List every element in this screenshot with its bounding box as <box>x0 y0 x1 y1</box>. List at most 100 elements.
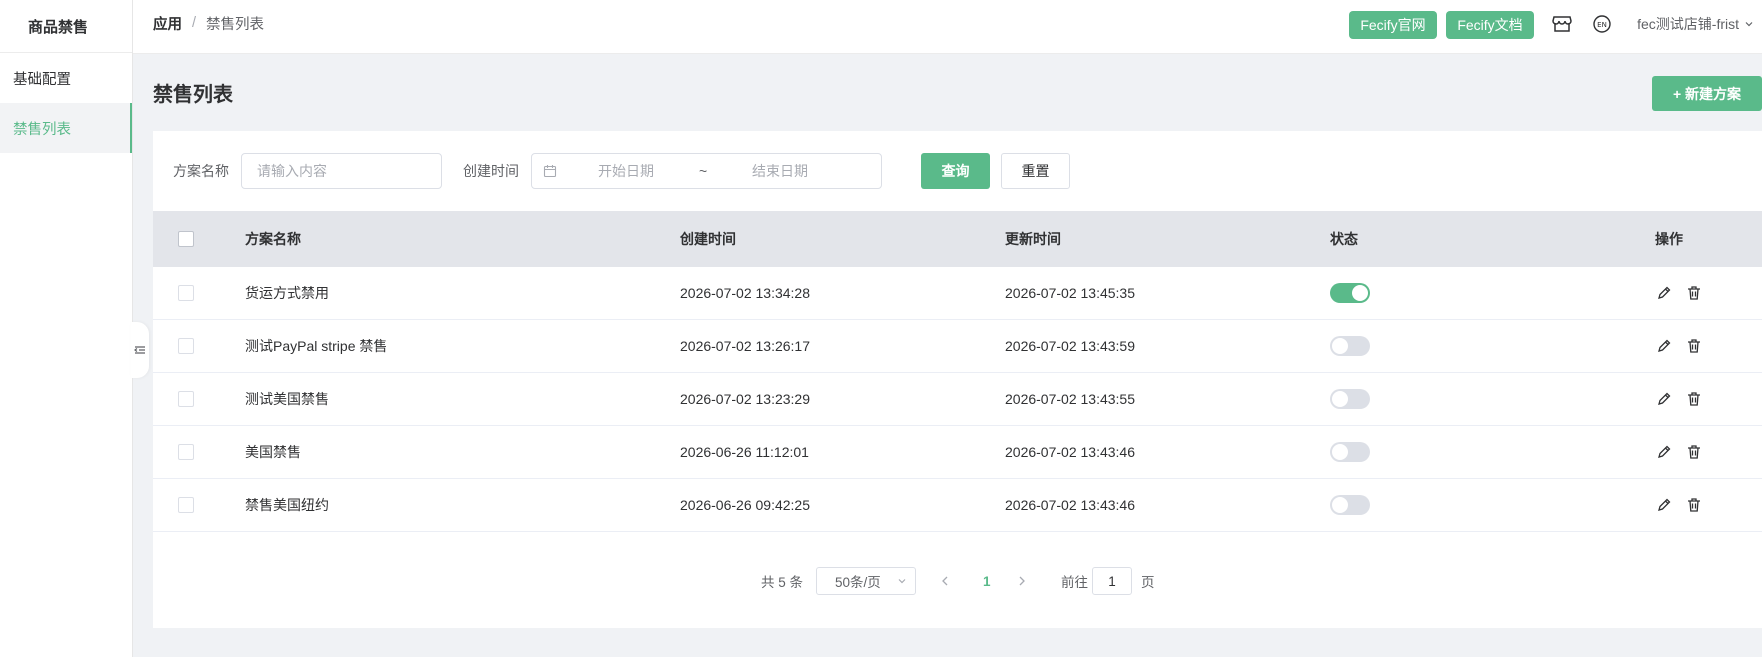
sidebar-collapse-icon[interactable] <box>131 322 149 378</box>
row-checkbox[interactable] <box>178 497 194 513</box>
status-toggle[interactable] <box>1330 336 1370 356</box>
end-date-input[interactable]: 结束日期 <box>752 161 808 181</box>
sidebar-item-basic-config[interactable]: 基础配置 <box>0 53 132 103</box>
row-updated-time: 2026-07-02 13:43:46 <box>1005 444 1135 460</box>
fecify-site-button[interactable]: Fecify官网 <box>1349 11 1437 39</box>
row-created-time: 2026-07-02 13:26:17 <box>680 338 810 354</box>
row-updated-time: 2026-07-02 13:45:35 <box>1005 285 1135 301</box>
plan-name-label: 方案名称 <box>173 163 229 179</box>
row-select-cell <box>178 267 194 319</box>
calendar-icon <box>543 165 557 178</box>
edit-pencil-icon[interactable] <box>1655 337 1673 355</box>
delete-trash-icon[interactable] <box>1685 284 1703 302</box>
created-time-label: 创建时间 <box>463 163 519 179</box>
row-select-cell <box>178 426 194 478</box>
start-date-input[interactable]: 开始日期 <box>598 161 654 181</box>
content-panel: 方案名称 创建时间 开始日期 ~ 结束日期 查询 重置 方案名称 创建时间 更新… <box>153 131 1762 628</box>
status-toggle[interactable] <box>1330 283 1370 303</box>
row-checkbox[interactable] <box>178 285 194 301</box>
page-unit-label: 页 <box>1141 575 1155 590</box>
row-checkbox[interactable] <box>178 338 194 354</box>
user-name: fec测试店铺-frist <box>1637 16 1739 32</box>
row-ops-cell <box>1655 267 1703 319</box>
col-header-status: 状态 <box>1330 231 1358 247</box>
pagination: 共 5 条 50条/页 1 前往 1 页 <box>153 567 1762 597</box>
pagination-total: 共 5 条 <box>761 575 804 590</box>
col-header-updated: 更新时间 <box>1005 231 1061 247</box>
table-row: 货运方式禁用 2026-07-02 13:34:28 2026-07-02 13:4… <box>153 267 1762 320</box>
chevron-down-icon <box>1745 22 1753 27</box>
delete-trash-icon[interactable] <box>1685 390 1703 408</box>
row-created-time: 2026-06-26 09:42:25 <box>680 497 810 513</box>
ban-list-table: 方案名称 创建时间 更新时间 状态 操作 货运方式禁用 2026-07-02 13… <box>153 211 1762 532</box>
row-checkbox[interactable] <box>178 391 194 407</box>
plan-name-input[interactable] <box>242 154 441 188</box>
status-toggle[interactable] <box>1330 389 1370 409</box>
row-created-time: 2026-07-02 13:23:29 <box>680 391 810 407</box>
col-header-ops: 操作 <box>1655 231 1683 247</box>
edit-pencil-icon[interactable] <box>1655 284 1673 302</box>
select-all-checkbox[interactable] <box>178 231 194 247</box>
table-row: 禁售美国纽约 2026-06-26 09:42:25 2026-07-02 13:4… <box>153 479 1762 532</box>
date-range-separator: ~ <box>699 163 708 179</box>
row-select-cell <box>178 479 194 531</box>
page-size-select[interactable]: 50条/页 <box>816 567 916 595</box>
language-icon-text: EN <box>1597 21 1607 29</box>
edit-pencil-icon[interactable] <box>1655 496 1673 514</box>
row-checkbox[interactable] <box>178 444 194 460</box>
row-plan-name: 测试PayPal stripe 禁售 <box>245 338 388 354</box>
row-status-cell <box>1330 267 1370 319</box>
store-icon[interactable] <box>1551 13 1573 35</box>
reset-button[interactable]: 重置 <box>1001 153 1070 189</box>
goto-page-input[interactable]: 1 <box>1092 567 1132 595</box>
top-header: 应用 / 禁售列表 Fecify官网 Fecify文档 EN fec测试店铺-f… <box>133 0 1762 54</box>
row-status-cell <box>1330 373 1370 425</box>
table-row: 测试美国禁售 2026-07-02 13:23:29 2026-07-02 13:4… <box>153 373 1762 426</box>
delete-trash-icon[interactable] <box>1685 337 1703 355</box>
row-updated-time: 2026-07-02 13:43:46 <box>1005 497 1135 513</box>
row-plan-name: 货运方式禁用 <box>245 285 329 301</box>
row-status-cell <box>1330 426 1370 478</box>
goto-label: 前往 <box>1061 575 1088 590</box>
table-header: 方案名称 创建时间 更新时间 状态 操作 <box>153 211 1762 267</box>
next-page-icon[interactable] <box>1017 567 1027 595</box>
user-menu[interactable]: fec测试店铺-frist <box>1637 14 1754 34</box>
breadcrumb-current: 禁售列表 <box>206 16 265 33</box>
row-ops-cell <box>1655 320 1703 372</box>
page-size-value: 50条/页 <box>835 575 881 590</box>
row-ops-cell <box>1655 373 1703 425</box>
query-button[interactable]: 查询 <box>921 153 990 189</box>
edit-pencil-icon[interactable] <box>1655 390 1673 408</box>
status-toggle[interactable] <box>1330 442 1370 462</box>
row-created-time: 2026-06-26 11:12:01 <box>680 444 809 460</box>
edit-pencil-icon[interactable] <box>1655 443 1673 461</box>
row-plan-name: 测试美国禁售 <box>245 391 329 407</box>
row-status-cell <box>1330 479 1370 531</box>
row-plan-name: 禁售美国纽约 <box>245 497 329 513</box>
select-all-cell <box>178 211 194 267</box>
status-toggle[interactable] <box>1330 495 1370 515</box>
delete-trash-icon[interactable] <box>1685 496 1703 514</box>
page-number-1[interactable]: 1 <box>983 567 991 595</box>
col-header-name: 方案名称 <box>245 231 301 247</box>
sidebar: 商品禁售 基础配置 禁售列表 <box>0 0 133 657</box>
prev-page-icon[interactable] <box>940 567 950 595</box>
breadcrumb-app[interactable]: 应用 <box>153 13 182 34</box>
new-plan-button[interactable]: + 新建方案 <box>1652 76 1762 111</box>
table-row: 美国禁售 2026-06-26 11:12:01 2026-07-02 13:43:… <box>153 426 1762 479</box>
sidebar-title: 商品禁售 <box>0 0 132 53</box>
breadcrumb-separator: / <box>192 15 197 31</box>
row-created-time: 2026-07-02 13:34:28 <box>680 285 810 301</box>
row-ops-cell <box>1655 479 1703 531</box>
plan-name-input-wrap <box>241 153 442 189</box>
table-row: 测试PayPal stripe 禁售 2026-07-02 13:26:17 202… <box>153 320 1762 373</box>
row-select-cell <box>178 320 194 372</box>
row-select-cell <box>178 373 194 425</box>
fecify-docs-button[interactable]: Fecify文档 <box>1446 11 1534 39</box>
delete-trash-icon[interactable] <box>1685 443 1703 461</box>
language-icon[interactable]: EN <box>1591 13 1613 35</box>
page-title: 禁售列表 <box>153 84 233 106</box>
row-updated-time: 2026-07-02 13:43:59 <box>1005 338 1135 354</box>
created-date-range[interactable]: 开始日期 ~ 结束日期 <box>531 153 882 189</box>
sidebar-item-ban-list[interactable]: 禁售列表 <box>0 103 132 153</box>
